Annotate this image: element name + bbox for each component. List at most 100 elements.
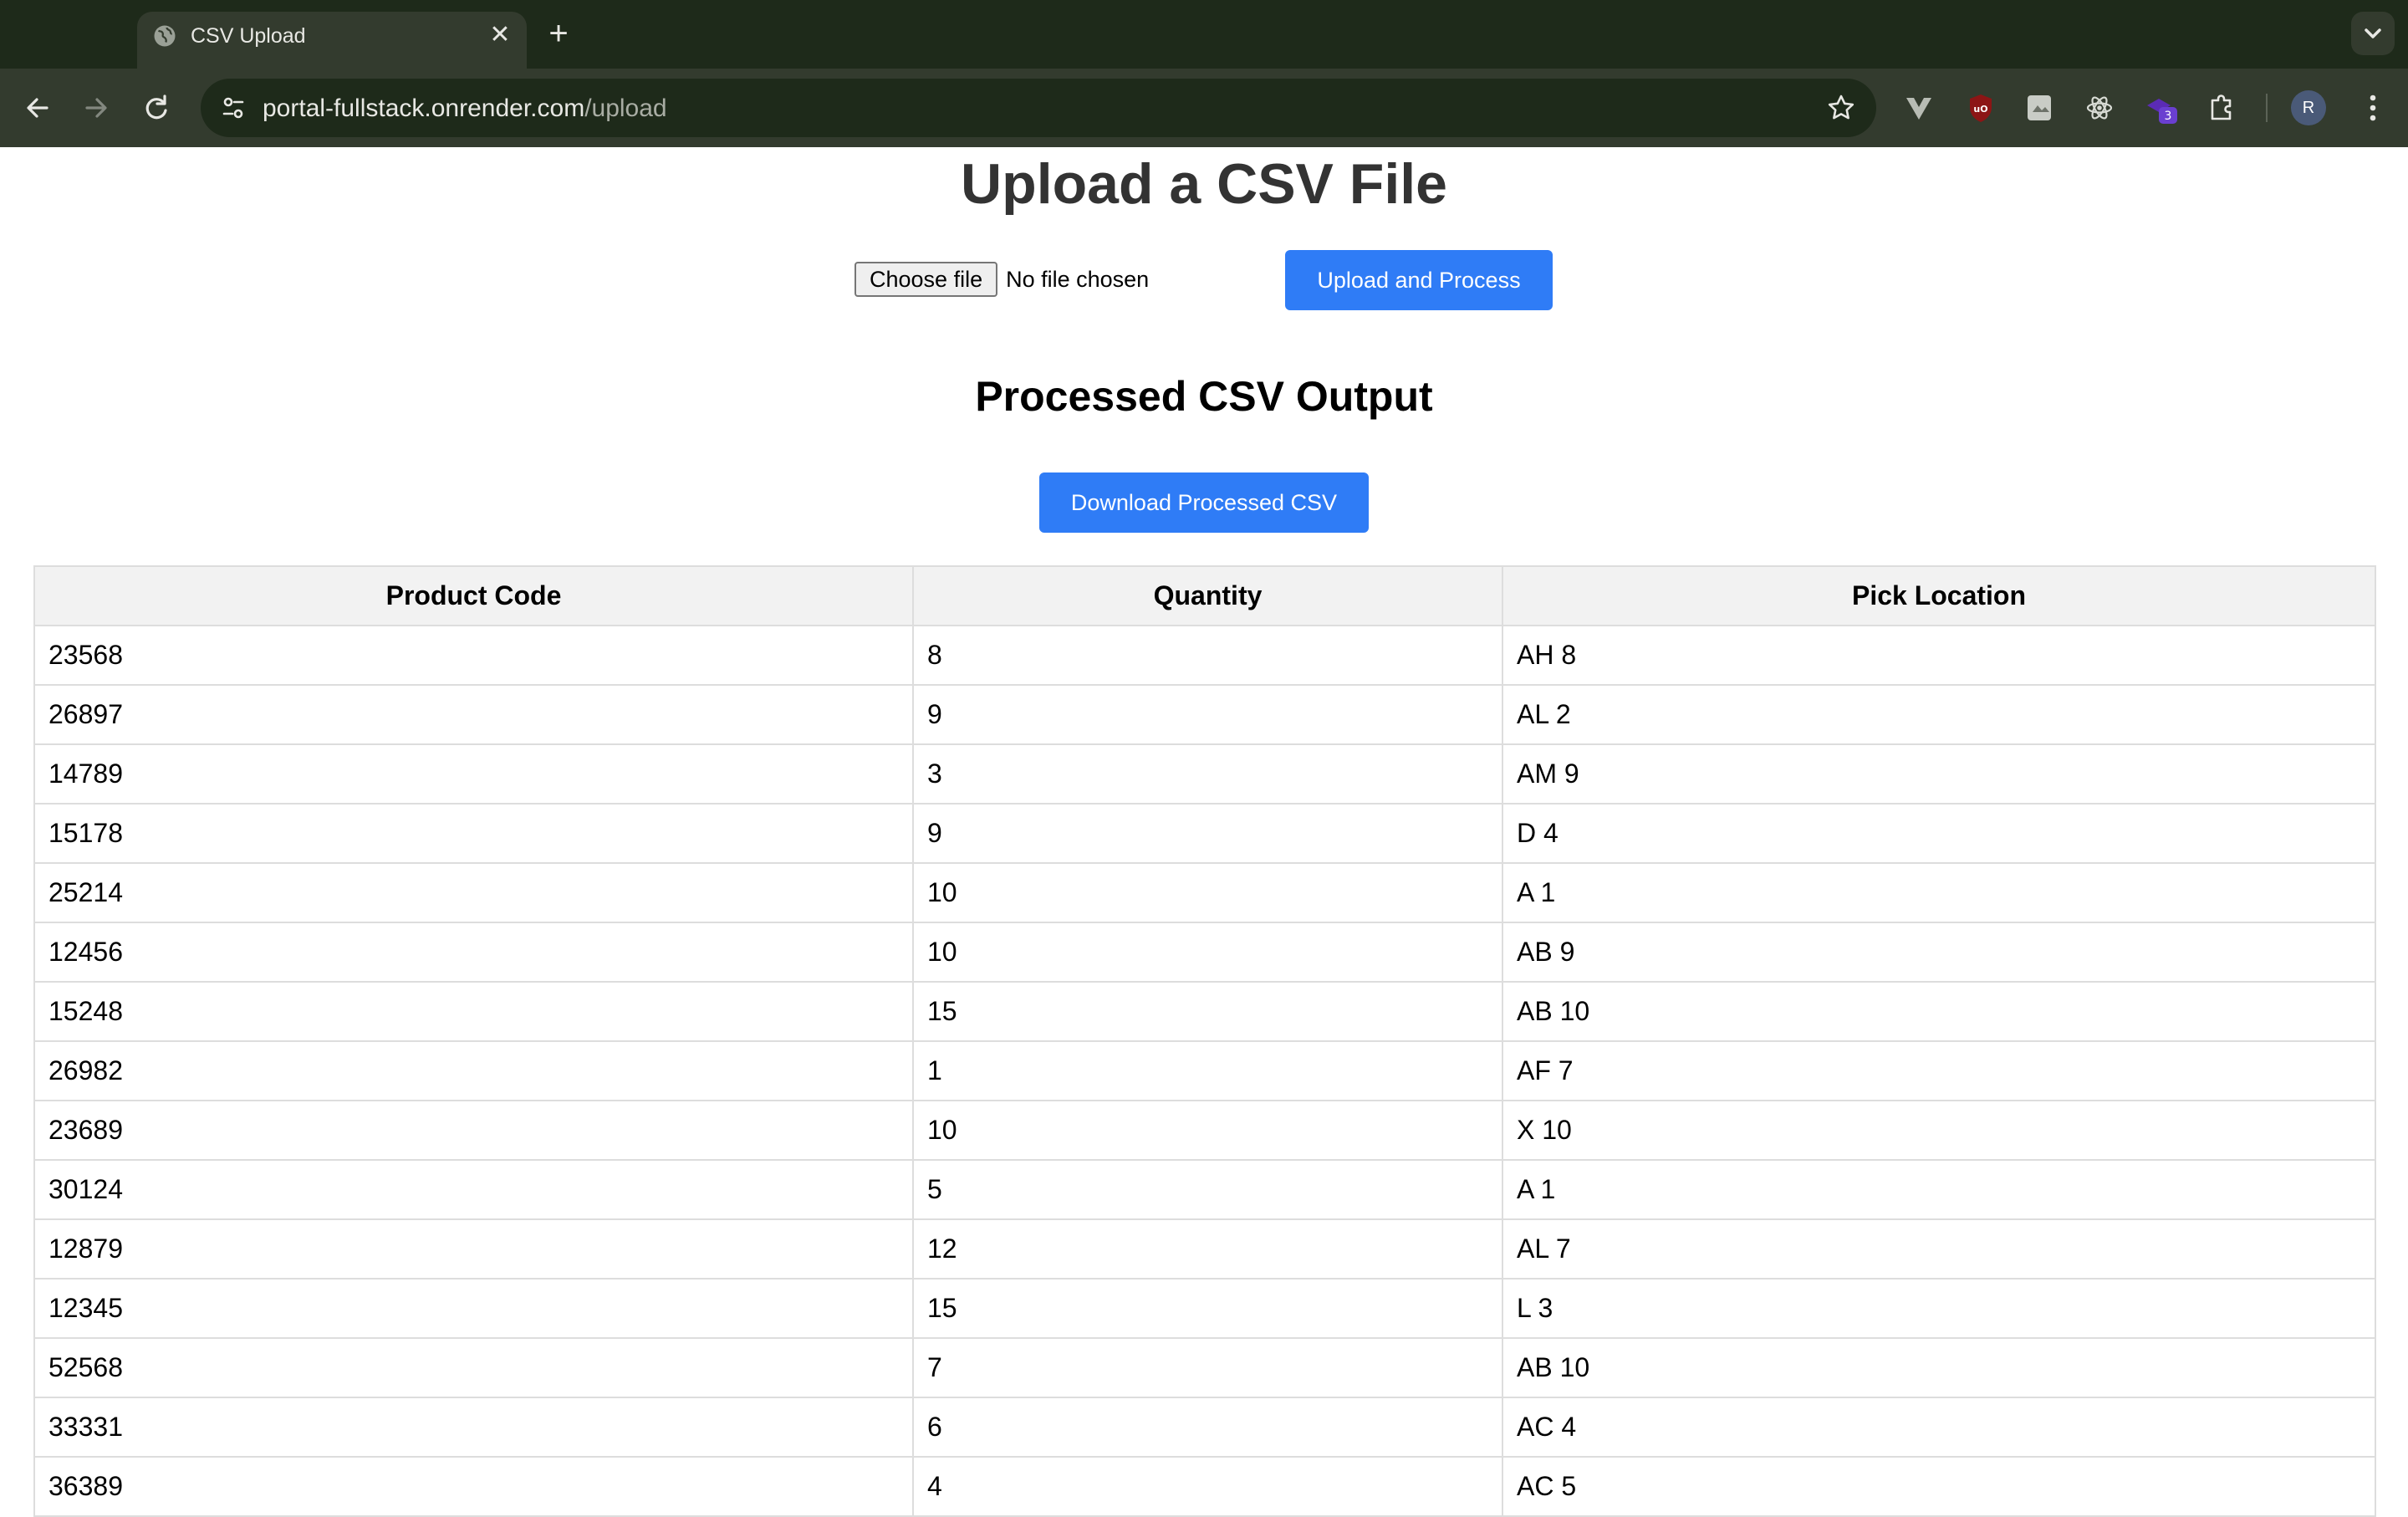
quantity-cell: 15 xyxy=(912,981,1503,1042)
react-devtools-icon[interactable] xyxy=(2080,89,2119,127)
pick-location-cell: AB 9 xyxy=(1502,922,2376,983)
table-row: 15248 15 AB 10 xyxy=(33,981,2376,1042)
site-settings-icon[interactable] xyxy=(212,87,254,129)
pick-location-cell: AM 9 xyxy=(1502,743,2376,804)
pick-location-cell: L 3 xyxy=(1502,1278,2376,1339)
globe-icon xyxy=(154,25,176,47)
table-row: 12456 10 AB 9 xyxy=(33,922,2376,983)
bookmark-star-icon[interactable] xyxy=(1823,89,1860,126)
product-code-cell: 23689 xyxy=(33,1100,914,1161)
product-code-cell: 15248 xyxy=(33,981,914,1042)
product-code-cell: 14789 xyxy=(33,743,914,804)
product-code-cell: 15178 xyxy=(33,803,914,864)
product-code-cell: 12456 xyxy=(33,922,914,983)
quantity-cell: 10 xyxy=(912,862,1503,923)
page-title: Upload a CSV File xyxy=(961,152,1447,216)
product-code-cell: 12879 xyxy=(33,1218,914,1279)
pick-location-cell: D 4 xyxy=(1502,803,2376,864)
extension-page-icon[interactable] xyxy=(2020,89,2059,127)
product-code-cell: 26897 xyxy=(33,684,914,745)
table-row: 26982 1 AF 7 xyxy=(33,1040,2376,1101)
file-input[interactable]: Choose file No file chosen xyxy=(855,261,1149,298)
tab-csv-upload[interactable]: CSV Upload ✕ xyxy=(137,12,527,69)
product-code-cell: 33331 xyxy=(33,1397,914,1458)
quantity-cell: 4 xyxy=(912,1456,1503,1517)
table-row: 14789 3 AM 9 xyxy=(33,743,2376,804)
tab-strip: CSV Upload ✕ + xyxy=(0,0,2408,69)
chevron-down-icon xyxy=(2365,28,2381,38)
more-menu-icon[interactable] xyxy=(2354,89,2391,127)
pick-location-cell: X 10 xyxy=(1502,1100,2376,1161)
extensions-puzzle-icon[interactable] xyxy=(2202,89,2241,127)
quantity-cell: 10 xyxy=(912,1100,1503,1161)
profile-avatar[interactable]: R xyxy=(2291,90,2326,125)
url-text[interactable]: portal-fullstack.onrender.com/upload xyxy=(263,94,667,123)
table-row: 30124 5 A 1 xyxy=(33,1159,2376,1220)
product-code-cell: 25214 xyxy=(33,862,914,923)
extension-badge-count: 3 xyxy=(2165,110,2172,123)
tab-title: CSV Upload xyxy=(191,24,306,48)
extension-badge-icon[interactable]: 3 xyxy=(2142,89,2181,127)
ublock-origin-icon[interactable]: uO xyxy=(1962,89,2000,127)
table-row: 26897 9 AL 2 xyxy=(33,684,2376,745)
close-tab-icon[interactable]: ✕ xyxy=(485,20,515,50)
output-table: Product Code Quantity Pick Location 2356… xyxy=(33,565,2376,1517)
table-row: 23568 8 AH 8 xyxy=(33,625,2376,686)
quantity-cell: 3 xyxy=(912,743,1503,804)
table-row: 12879 12 AL 7 xyxy=(33,1218,2376,1279)
forward-arrow-icon[interactable] xyxy=(75,87,117,129)
product-code-cell: 30124 xyxy=(33,1159,914,1220)
quantity-cell: 6 xyxy=(912,1397,1503,1458)
quantity-cell: 1 xyxy=(912,1040,1503,1101)
product-code-cell: 12345 xyxy=(33,1278,914,1339)
table-row: 12345 15 L 3 xyxy=(33,1278,2376,1339)
back-arrow-icon[interactable] xyxy=(17,87,59,129)
pick-location-cell: A 1 xyxy=(1502,1159,2376,1220)
quantity-cell: 15 xyxy=(912,1278,1503,1339)
column-header-pick-location: Pick Location xyxy=(1502,565,2376,626)
product-code-cell: 36389 xyxy=(33,1456,914,1517)
pick-location-cell: AC 5 xyxy=(1502,1456,2376,1517)
tab-search-button[interactable] xyxy=(2351,12,2395,55)
browser-toolbar: portal-fullstack.onrender.com/upload uO … xyxy=(0,69,2408,147)
pick-location-cell: AL 7 xyxy=(1502,1218,2376,1279)
url-path: /upload xyxy=(584,94,667,122)
upload-and-process-button[interactable]: Upload and Process xyxy=(1285,250,1553,310)
column-header-quantity: Quantity xyxy=(912,565,1503,626)
download-csv-button[interactable]: Download Processed CSV xyxy=(1039,472,1369,533)
table-row: 25214 10 A 1 xyxy=(33,862,2376,923)
table-row: 36389 4 AC 5 xyxy=(33,1456,2376,1517)
quantity-cell: 7 xyxy=(912,1337,1503,1398)
product-code-cell: 26982 xyxy=(33,1040,914,1101)
quantity-cell: 9 xyxy=(912,684,1503,745)
file-status-text: No file chosen xyxy=(1006,266,1150,292)
quantity-cell: 10 xyxy=(912,922,1503,983)
quantity-cell: 8 xyxy=(912,625,1503,686)
svg-text:uO: uO xyxy=(1973,104,1987,115)
output-heading: Processed CSV Output xyxy=(975,373,1433,420)
quantity-cell: 9 xyxy=(912,803,1503,864)
pick-location-cell: AB 10 xyxy=(1502,1337,2376,1398)
choose-file-button[interactable]: Choose file xyxy=(855,262,998,297)
url-host: portal-fullstack.onrender.com xyxy=(263,94,585,122)
column-header-product-code: Product Code xyxy=(33,565,914,626)
new-tab-button[interactable]: + xyxy=(542,15,575,52)
table-row: 52568 7 AB 10 xyxy=(33,1337,2376,1398)
pick-location-cell: AC 4 xyxy=(1502,1397,2376,1458)
pick-location-cell: AB 10 xyxy=(1502,981,2376,1042)
product-code-cell: 23568 xyxy=(33,625,914,686)
table-row: 33331 6 AC 4 xyxy=(33,1397,2376,1458)
pick-location-cell: AF 7 xyxy=(1502,1040,2376,1101)
table-row: 23689 10 X 10 xyxy=(33,1100,2376,1161)
toolbar-separator xyxy=(2266,94,2268,122)
address-bar[interactable]: portal-fullstack.onrender.com/upload xyxy=(201,79,1876,137)
quantity-cell: 5 xyxy=(912,1159,1503,1220)
pick-location-cell: A 1 xyxy=(1502,862,2376,923)
pick-location-cell: AL 2 xyxy=(1502,684,2376,745)
pick-location-cell: AH 8 xyxy=(1502,625,2376,686)
table-row: 15178 9 D 4 xyxy=(33,803,2376,864)
vue-devtools-icon[interactable] xyxy=(1900,89,1938,127)
reload-icon[interactable] xyxy=(135,87,177,129)
table-header-row: Product Code Quantity Pick Location xyxy=(33,565,2376,626)
page-content: Upload a CSV File Choose file No file ch… xyxy=(0,147,2408,1517)
